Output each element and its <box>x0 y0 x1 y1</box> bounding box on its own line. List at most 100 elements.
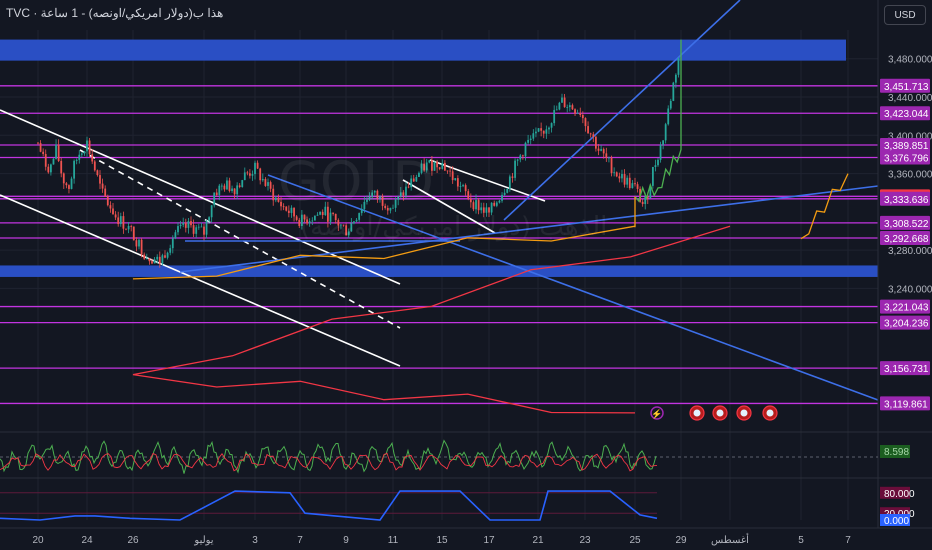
candle-body <box>475 200 477 210</box>
candle-body <box>553 109 556 124</box>
candle-body <box>540 128 543 131</box>
candle-body <box>91 154 94 162</box>
candle-body <box>641 201 644 205</box>
candle-body <box>153 259 156 264</box>
time-tick-label: 26 <box>127 535 139 546</box>
candle-body <box>158 256 161 264</box>
candle-body <box>171 238 174 249</box>
candle-body <box>192 225 195 234</box>
candle-body <box>256 162 259 169</box>
candle-body <box>521 155 524 157</box>
candle-body <box>618 176 621 179</box>
candle-body <box>608 157 610 159</box>
currency-button[interactable]: USD <box>884 5 926 25</box>
candle-body <box>600 149 603 151</box>
candle-body <box>161 255 164 264</box>
candle-body <box>125 228 127 230</box>
candle-body <box>438 167 441 169</box>
candle-body <box>233 188 236 195</box>
candle-body <box>49 164 52 173</box>
candle-body <box>62 173 65 184</box>
price-level-label: 3,221.043 <box>884 303 929 314</box>
candle-body <box>589 133 592 135</box>
candle-body <box>83 151 86 154</box>
time-tick-label: 15 <box>436 535 448 546</box>
candle-body <box>190 221 192 226</box>
candle-body <box>664 124 667 141</box>
candle-body <box>254 162 256 175</box>
candle-body <box>112 208 114 215</box>
candle-body <box>449 170 451 172</box>
candle-body <box>60 160 63 174</box>
candle-body <box>228 180 231 192</box>
chart-canvas[interactable]: ⚡3,480.0003,440.0003,400.0003,360.0003,2… <box>0 0 932 550</box>
candle-body <box>267 182 269 186</box>
candle-body <box>119 216 122 225</box>
candle-body <box>274 197 277 201</box>
candle-body <box>93 161 96 171</box>
candle-body <box>166 252 169 258</box>
candle-body <box>594 136 597 149</box>
candle-body <box>542 130 545 134</box>
candle-body <box>493 202 496 206</box>
candle-body <box>42 151 45 154</box>
candle-body <box>516 159 519 161</box>
price-level-label: 3,308.522 <box>884 219 929 230</box>
time-tick-label: 5 <box>798 535 804 546</box>
candle-body <box>145 258 148 260</box>
candle-body <box>610 157 613 174</box>
candle-body <box>464 185 467 192</box>
candle-body <box>535 131 537 134</box>
flag-center <box>766 409 774 417</box>
price-level-label: 3,292.668 <box>884 234 929 245</box>
candle-body <box>295 216 298 220</box>
symbol-header[interactable]: TVC · هذا ب(دولار امريكي/اونصه) - 1 ساعة <box>6 6 223 20</box>
candle-body <box>174 232 177 239</box>
zone-rect <box>0 39 846 61</box>
time-tick-label: 20 <box>32 535 44 546</box>
candle-body <box>169 248 172 253</box>
time-tick-label: 24 <box>81 535 93 546</box>
candle-body <box>581 115 584 119</box>
candle-body <box>269 182 272 189</box>
time-tick-label: 25 <box>629 535 641 546</box>
candle-body <box>576 113 579 114</box>
candle-body <box>109 205 112 209</box>
candle-body <box>605 153 608 159</box>
stoch-level-label: 0.000 <box>884 516 909 527</box>
candle-body <box>223 185 226 190</box>
candle-body <box>272 188 275 201</box>
flag-center <box>716 409 724 417</box>
candle-body <box>566 107 569 108</box>
candle-body <box>527 139 530 143</box>
price-level-label: 3,423.044 <box>884 109 929 120</box>
time-tick-label: 11 <box>388 535 399 546</box>
candle-body <box>459 186 462 187</box>
candle-body <box>602 149 605 154</box>
stoch-level-label: 80.000 <box>884 489 915 500</box>
candle-body <box>662 140 665 145</box>
candle-body <box>508 176 511 189</box>
candle-body <box>205 220 208 235</box>
candle-body <box>226 180 228 190</box>
candle-body <box>550 123 553 128</box>
candle-body <box>555 109 558 111</box>
candle-body <box>261 178 264 181</box>
candle-body <box>651 167 654 186</box>
time-tick-label: 29 <box>675 535 687 546</box>
candle-body <box>571 105 574 110</box>
lightning-glyph: ⚡ <box>651 408 662 420</box>
candle-body <box>213 192 216 206</box>
candle-body <box>182 222 185 225</box>
scenario-path <box>800 173 849 240</box>
candle-body <box>73 160 76 179</box>
candle-body <box>251 174 254 176</box>
candle-body <box>674 74 677 83</box>
candle-body <box>677 58 680 75</box>
candle-body <box>151 261 153 264</box>
stoch-line <box>0 490 658 521</box>
candle-body <box>441 162 444 169</box>
candle-body <box>138 239 140 247</box>
candle-body <box>99 175 101 184</box>
candle-body <box>184 222 187 228</box>
